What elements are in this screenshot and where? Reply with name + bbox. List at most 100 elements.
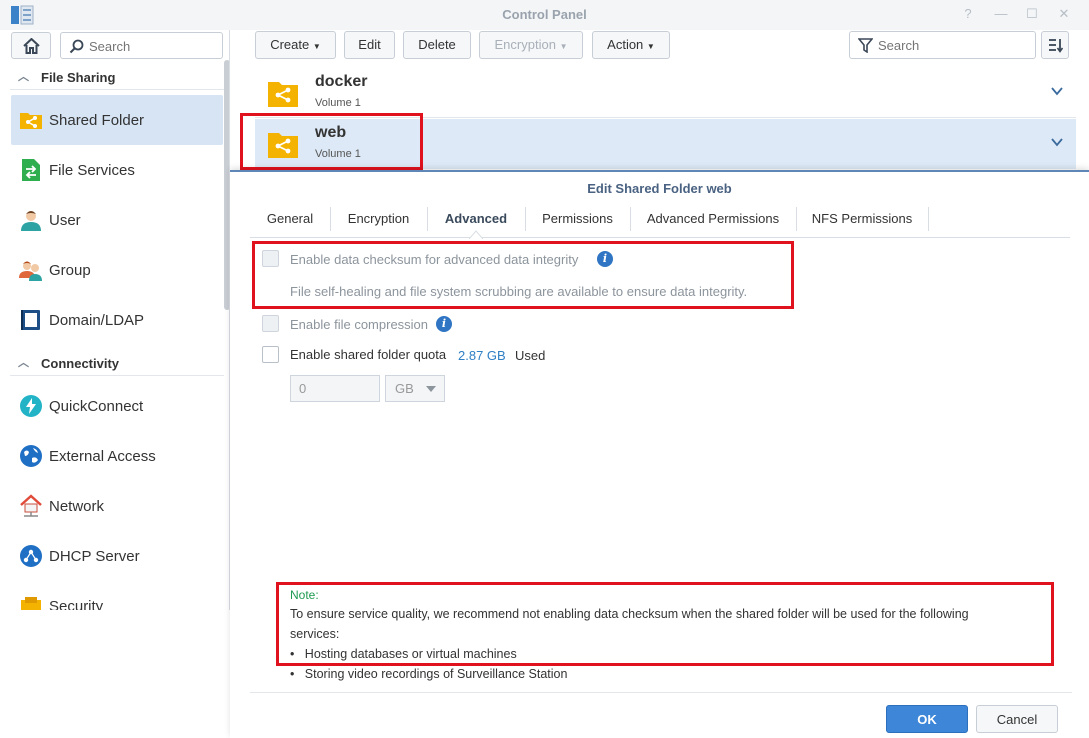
sidebar-item-group[interactable]: Group (11, 245, 223, 295)
security-icon (21, 597, 41, 610)
tab-divider (928, 207, 929, 231)
sidebar-item-label: Domain/LDAP (49, 312, 145, 329)
tab-nfs-permissions[interactable]: NFS Permissions (796, 205, 928, 237)
tab-general[interactable]: General (250, 205, 330, 237)
home-button[interactable] (11, 32, 51, 59)
section-label: File Sharing (41, 70, 116, 85)
expand-chevron-icon[interactable] (1050, 135, 1064, 149)
quota-unit-value: GB (395, 381, 414, 396)
close-icon[interactable]: ✕ (1056, 6, 1072, 22)
network-icon (20, 494, 42, 517)
sidebar-item-label: Network (49, 498, 105, 515)
filter-icon (858, 38, 873, 53)
dhcp-server-icon (20, 545, 42, 567)
sidebar-item-label: Security (49, 598, 104, 610)
edit-button[interactable]: Edit (344, 31, 395, 59)
compression-label: Enable file compression (290, 317, 429, 332)
window-title: Control Panel (502, 7, 587, 22)
sidebar-search-input[interactable] (89, 39, 209, 54)
encryption-label: Encryption (494, 37, 556, 52)
create-button[interactable]: Create ▼ (255, 31, 336, 59)
ok-button[interactable]: OK (886, 705, 968, 733)
create-label: Create (270, 37, 310, 52)
info-icon[interactable]: i (436, 316, 452, 332)
folder-search-input[interactable] (878, 38, 1028, 53)
dropdown-caret-icon (426, 386, 436, 392)
dropdown-caret-icon: ▼ (559, 42, 568, 51)
folder-volume: Volume 1 (315, 97, 361, 109)
sidebar-item-quickconnect[interactable]: QuickConnect (11, 381, 223, 431)
maximize-icon[interactable]: ☐ (1024, 6, 1040, 22)
highlight-box-checksum (252, 241, 794, 309)
bullet-dot: • (290, 667, 305, 681)
help-icon[interactable]: ? (960, 6, 976, 22)
sidebar: ︿ File Sharing Shared Folder File Servic… (0, 30, 230, 610)
delete-button[interactable]: Delete (403, 31, 471, 59)
minimize-icon[interactable]: — (993, 6, 1009, 22)
quota-size-input[interactable]: 0 (290, 375, 380, 402)
sidebar-item-file-services[interactable]: File Services (11, 145, 223, 195)
shared-folder-icon (20, 113, 42, 129)
quota-checkbox[interactable] (262, 346, 279, 363)
sidebar-item-label: QuickConnect (49, 398, 144, 415)
sidebar-item-label: External Access (49, 448, 156, 465)
shared-folder-icon (268, 82, 298, 107)
sort-icon (1049, 39, 1063, 53)
sort-button[interactable] (1041, 31, 1069, 59)
quota-unit-select[interactable]: GB (385, 375, 445, 402)
sidebar-item-label: DHCP Server (49, 548, 140, 565)
dropdown-caret-icon: ▼ (646, 42, 655, 51)
action-button[interactable]: Action ▼ (592, 31, 670, 59)
search-icon (69, 39, 84, 54)
section-label: Connectivity (41, 356, 120, 371)
sidebar-item-label: User (49, 212, 81, 229)
sidebar-item-label: Group (49, 262, 91, 279)
cancel-button[interactable]: Cancel (976, 705, 1058, 733)
collapse-caret-icon: ︿ (18, 71, 29, 83)
dropdown-caret-icon: ▼ (312, 42, 321, 51)
sidebar-item-security[interactable]: Security (11, 581, 223, 610)
folder-name: docker (315, 73, 368, 90)
dialog-footer-divider (250, 692, 1072, 693)
sidebar-item-user[interactable]: User (11, 195, 223, 245)
user-icon (21, 211, 41, 231)
quickconnect-icon (20, 395, 42, 417)
tab-encryption[interactable]: Encryption (330, 205, 427, 237)
folder-search-field[interactable] (849, 31, 1036, 59)
domain-ldap-icon (21, 310, 40, 330)
collapse-caret-icon: ︿ (18, 357, 29, 369)
external-access-icon (20, 445, 42, 467)
window-titlebar: Control Panel ? — ☐ ✕ (0, 0, 1089, 30)
sidebar-item-dhcp-server[interactable]: DHCP Server (11, 531, 223, 581)
compression-checkbox[interactable] (262, 315, 279, 332)
encryption-button[interactable]: Encryption ▼ (479, 31, 583, 59)
highlight-box-note (276, 582, 1054, 666)
home-icon (23, 38, 40, 54)
quota-used-suffix: Used (515, 348, 546, 363)
tab-permissions[interactable]: Permissions (525, 205, 630, 237)
note-bullet-text: Storing video recordings of Surveillance… (304, 667, 568, 681)
folder-row-docker[interactable]: docker Volume 1 (255, 68, 1076, 118)
dialog-tabs: General Encryption Advanced Permissions … (250, 205, 1070, 239)
dialog-title: Edit Shared Folder web (587, 181, 732, 196)
sidebar-search-field[interactable] (60, 32, 223, 59)
quota-used-value: 2.87 GB (458, 348, 506, 363)
file-services-icon (22, 159, 40, 181)
edit-shared-folder-dialog: Edit Shared Folder web General Encryptio… (230, 170, 1089, 738)
main-toolbar: Create ▼ Edit Delete Encryption ▼ Action… (248, 30, 1078, 62)
quota-label: Enable shared folder quota (290, 347, 447, 362)
sidebar-item-domain-ldap[interactable]: Domain/LDAP (11, 295, 223, 345)
sidebar-item-shared-folder[interactable]: Shared Folder (11, 95, 223, 145)
note-bullet-item: • Storing video recordings of Surveillan… (290, 667, 567, 681)
sidebar-item-external-access[interactable]: External Access (11, 431, 223, 481)
sidebar-item-network[interactable]: Network (11, 481, 223, 531)
action-label: Action (607, 37, 644, 52)
sidebar-item-label: Shared Folder (49, 112, 145, 129)
section-file-sharing[interactable]: ︿ File Sharing (10, 62, 224, 90)
expand-chevron-icon[interactable] (1050, 84, 1064, 98)
highlight-box-web-folder (240, 113, 423, 170)
tab-advanced-permissions[interactable]: Advanced Permissions (630, 205, 796, 237)
active-tab-pointer (469, 230, 483, 239)
section-connectivity[interactable]: ︿ Connectivity (10, 348, 224, 376)
group-icon (19, 261, 42, 281)
